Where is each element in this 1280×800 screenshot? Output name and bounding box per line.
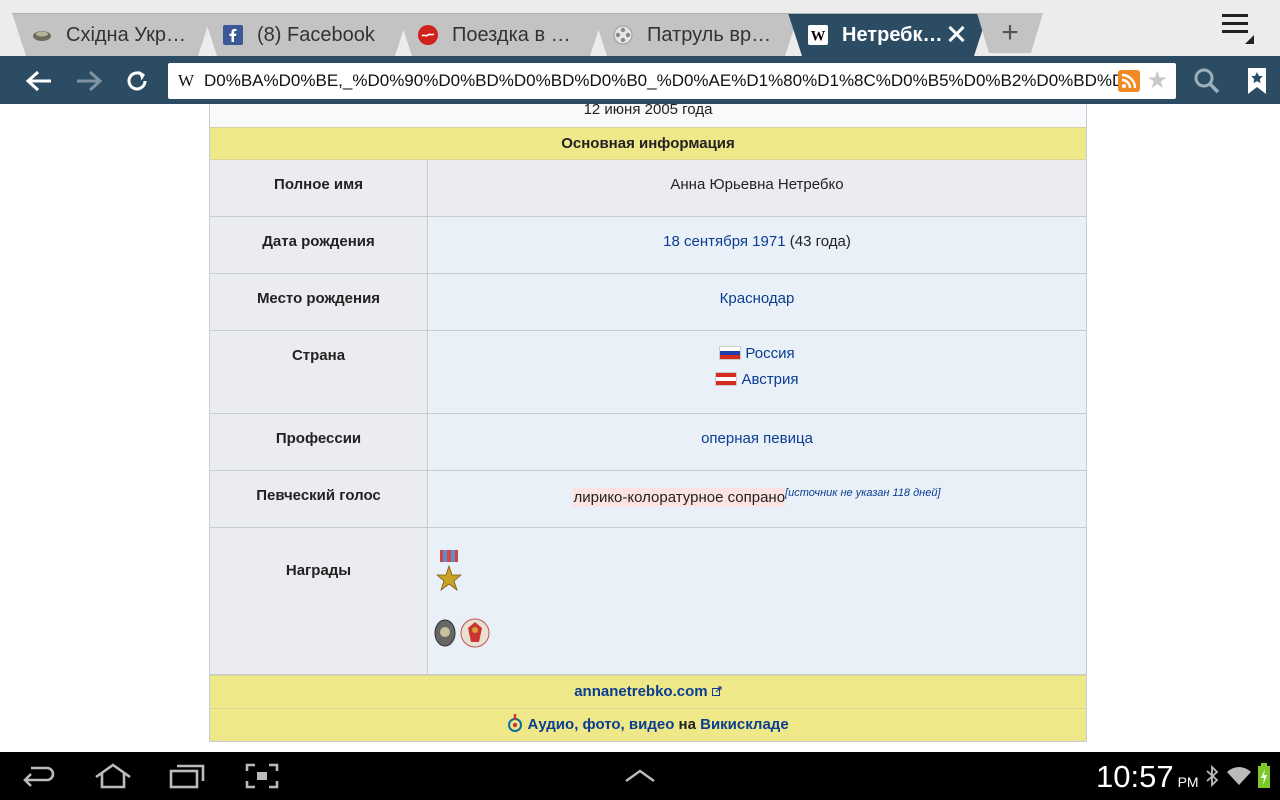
status-clock: 10:57 PM <box>1096 759 1199 795</box>
system-expand-chevron-icon[interactable] <box>622 762 658 790</box>
commons-row: Аудио, фото, видео на Викискладе <box>210 708 1086 741</box>
awards-value <box>428 528 1086 674</box>
row-label: Страна <box>210 331 428 413</box>
image-caption: 12 июня 2005 года <box>210 104 1086 127</box>
row-label: Профессии <box>210 414 428 470</box>
tab-3[interactable]: Поездка в … <box>398 13 604 56</box>
clock-time: 10:57 <box>1096 759 1174 794</box>
website-row: annanetrebko.com <box>210 675 1086 708</box>
wikipedia-favicon-icon: W <box>808 25 828 45</box>
wifi-signal-icon <box>1226 762 1252 790</box>
close-tab-icon[interactable] <box>946 24 966 44</box>
birth-date-link[interactable]: 18 сентября 1971 <box>663 233 785 250</box>
infobox-section-header: Основная информация <box>210 127 1086 160</box>
state-prize-badge-icon[interactable] <box>460 616 490 650</box>
svg-text:W: W <box>811 28 826 44</box>
austria-flag-icon <box>715 372 738 386</box>
row-label: Дата рождения <box>210 217 428 273</box>
system-home-icon[interactable] <box>92 762 134 790</box>
system-back-icon[interactable] <box>20 762 56 790</box>
system-navigation-bar: 10:57 PM <box>0 752 1280 800</box>
tab-2-label: (8) Facebook <box>257 23 375 46</box>
age-text: (43 года) <box>785 233 851 250</box>
order-badge-icon[interactable] <box>433 618 457 648</box>
full-name-value: Анна Юрьевна Нетребко <box>428 160 1086 216</box>
infobox-row-birth-place: Место рождения Краснодар <box>210 274 1086 331</box>
forward-arrow-icon[interactable] <box>72 64 106 98</box>
page-content: 12 июня 2005 года Основная информация По… <box>0 104 1280 752</box>
infobox-row-full-name: Полное имя Анна Юрьевна Нетребко <box>210 160 1086 217</box>
tab-strip: Східна Укр… (8) Facebook Поездка в … Пат… <box>0 0 1280 56</box>
cup-favicon-icon <box>32 25 52 45</box>
infobox-row-birth-date: Дата рождения 18 сентября 1971 (43 года) <box>210 217 1086 274</box>
browser-menu-icon[interactable] <box>1222 14 1254 44</box>
battery-charging-icon <box>1256 762 1272 790</box>
infobox-row-voice: Певческий голос лирико-колоратурное сопр… <box>210 471 1086 528</box>
tab-1[interactable]: Східна Укр… <box>12 13 212 56</box>
bluetooth-icon <box>1204 762 1220 790</box>
country-link-russia[interactable]: Россия <box>745 345 794 362</box>
bookmark-star-icon[interactable]: ★ <box>1146 69 1168 93</box>
reload-icon[interactable] <box>120 64 154 98</box>
tab-5-active[interactable]: W Нетребк… <box>788 13 988 56</box>
infobox-row-professions: Профессии оперная певица <box>210 414 1086 471</box>
tab-5-label: Нетребк… <box>842 23 943 46</box>
tab-4[interactable]: Патруль вр… <box>593 13 799 56</box>
country-value: Россия Австрия <box>428 331 1086 413</box>
voice-type-text: лирико-колоратурное сопрано <box>573 488 786 507</box>
tab-2[interactable]: (8) Facebook <box>203 13 409 56</box>
film-reel-favicon-icon <box>613 25 633 45</box>
rss-feed-icon[interactable] <box>1118 70 1141 92</box>
commons-site-link[interactable]: Викискладе <box>700 716 789 733</box>
birth-date-value: 18 сентября 1971 (43 года) <box>428 217 1086 273</box>
birth-place-link[interactable]: Краснодар <box>720 290 795 307</box>
row-label: Певческий голос <box>210 471 428 527</box>
hero-of-labour-medal-icon[interactable] <box>436 550 462 596</box>
infobox: 12 июня 2005 года Основная информация По… <box>209 104 1087 742</box>
clock-ampm: PM <box>1177 774 1199 790</box>
citation-needed-note[interactable]: [источник не указан 118 дней] <box>785 487 940 499</box>
tab-3-label: Поездка в … <box>452 23 571 46</box>
infobox-row-country: Страна Россия Австрия <box>210 331 1086 414</box>
search-icon[interactable] <box>1190 64 1224 98</box>
url-text[interactable]: D0%BA%D0%BE,_%D0%90%D0%BD%D0%BD%D0%B0_%D… <box>204 71 1118 91</box>
back-arrow-icon[interactable] <box>22 64 56 98</box>
url-bar[interactable]: W D0%BA%D0%BE,_%D0%90%D0%BD%D0%BD%D0%B0_… <box>168 63 1176 99</box>
bookmarks-icon[interactable] <box>1240 64 1274 98</box>
row-label: Полное имя <box>210 160 428 216</box>
professions-value: оперная певица <box>428 414 1086 470</box>
commons-media-link[interactable]: Аудио, фото, видео <box>527 716 674 733</box>
row-label: Место рождения <box>210 274 428 330</box>
system-screenshot-icon[interactable] <box>244 762 280 790</box>
commons-on-text: на <box>674 716 701 733</box>
red-logo-favicon-icon <box>418 25 438 45</box>
official-website-link[interactable]: annanetrebko.com <box>574 683 707 700</box>
russia-flag-icon <box>719 346 742 360</box>
site-favicon-icon: W <box>177 71 195 90</box>
birth-place-value: Краснодар <box>428 274 1086 330</box>
voice-value: лирико-колоратурное сопрано[источник не … <box>428 471 1086 527</box>
wikimedia-commons-icon <box>508 714 523 732</box>
facebook-favicon-icon <box>223 25 243 45</box>
tab-1-label: Східна Укр… <box>66 23 186 46</box>
system-recent-apps-icon[interactable] <box>168 762 206 790</box>
tab-4-label: Патруль вр… <box>647 23 772 46</box>
row-label: Награды <box>210 528 428 674</box>
country-link-austria[interactable]: Австрия <box>741 371 798 388</box>
infobox-row-awards: Награды <box>210 528 1086 675</box>
external-link-icon <box>711 686 722 696</box>
new-tab-button[interactable]: + <box>977 13 1043 53</box>
profession-link[interactable]: оперная певица <box>701 430 813 447</box>
